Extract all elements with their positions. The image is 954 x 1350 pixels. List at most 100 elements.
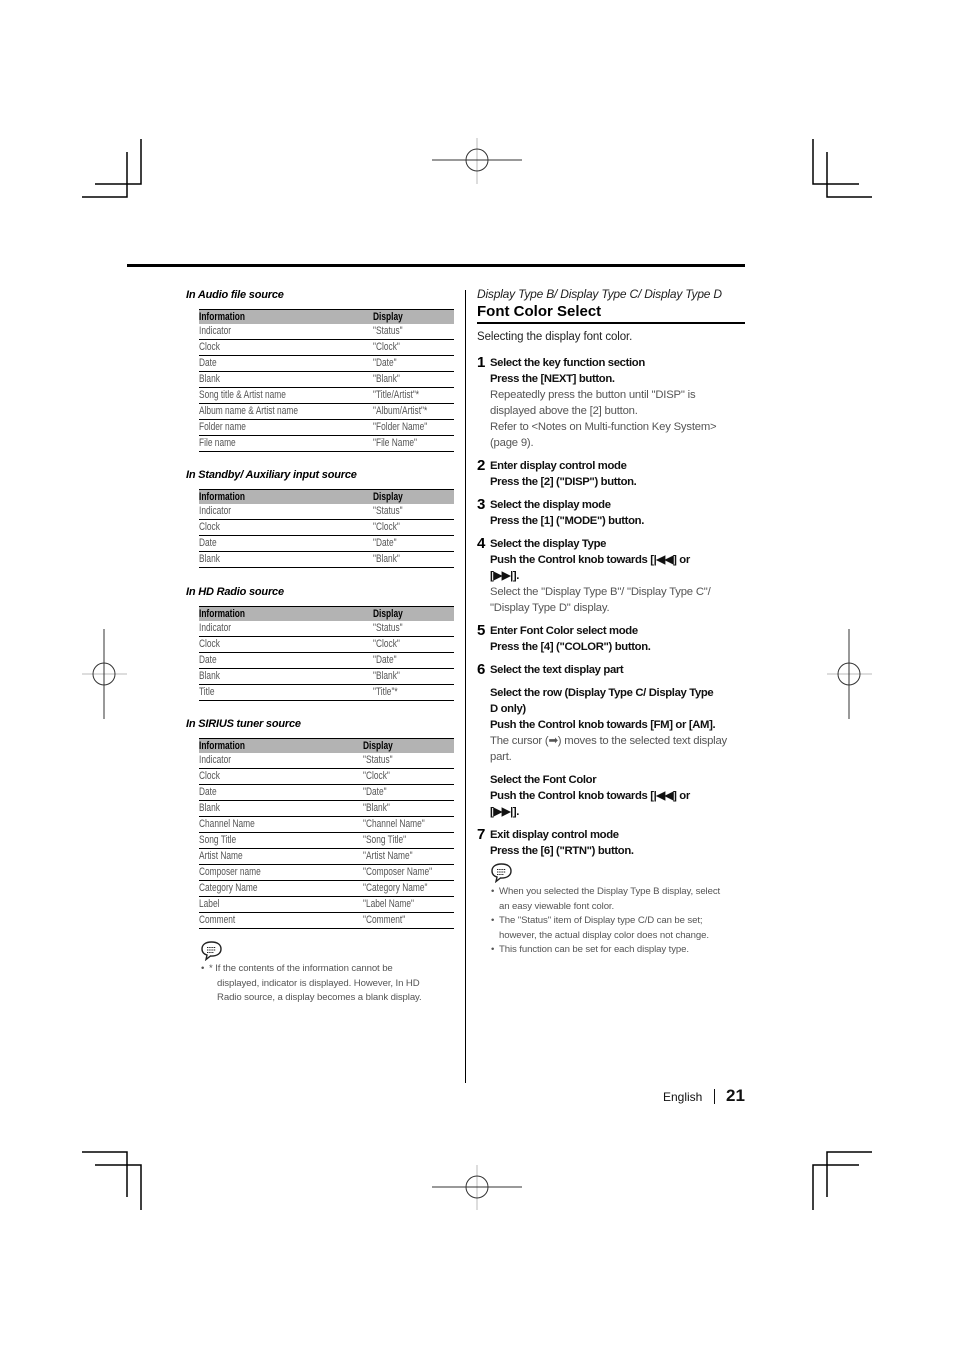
info-table: Information Display Indicator "Status" Clock…	[199, 606, 454, 701]
cell-value: Clock	[199, 770, 220, 782]
cell-text: Blank	[199, 552, 373, 567]
information-cell: Category Name	[199, 881, 363, 897]
step-block: Select the Font Color Push the Control kn…	[490, 772, 747, 820]
table-row: Artist Name "Artist Name"	[199, 849, 454, 865]
cell-value: "File Name"	[372, 437, 417, 449]
column-header-label: Information	[199, 311, 245, 323]
note-bullet-item: • When you selected the Display Type B di…	[491, 885, 741, 914]
note-text-line: displayed, indicator is displayed. Howev…	[217, 977, 420, 989]
cell-text: Channel Name	[199, 817, 363, 832]
cell-text: Indicator	[199, 504, 373, 519]
note-text-line: Radio source, a display becomes a blank …	[217, 992, 422, 1003]
step-instruction: Press the [6] ("RTN") button.	[490, 845, 634, 857]
cell-text: Artist Name	[199, 849, 363, 864]
display-cell: "Clock"	[373, 520, 454, 536]
table-row: Channel Name "Channel Name"	[199, 817, 454, 833]
step-instruction: Press the [2] ("DISP") button.	[490, 476, 637, 488]
table-row: Indicator "Status"	[199, 324, 454, 340]
footer-language: English	[663, 1090, 703, 1104]
cell-text: Album name & Artist name	[199, 404, 373, 419]
table-row: Clock "Clock"	[199, 769, 454, 785]
information-cell: Clock	[199, 637, 373, 653]
cell-text: Clock	[199, 520, 373, 535]
column-header-label: Information	[199, 740, 245, 752]
cell-text: "Folder Name"	[373, 420, 454, 435]
bullet-icon: •	[491, 886, 495, 897]
cell-text: "Date"	[363, 785, 454, 800]
step-description: The cursor (➡) moves to the selected tex…	[490, 735, 727, 747]
cell-text: "Clock"	[373, 340, 454, 355]
information-cell: Indicator	[199, 621, 373, 637]
cell-value: Blank	[199, 553, 220, 565]
step-instruction: Press the [1] ("MODE") button.	[490, 515, 644, 527]
cell-text: Date	[199, 536, 373, 551]
cell-text: "Artist Name"	[363, 849, 454, 864]
information-cell: Artist Name	[199, 849, 363, 865]
information-cell: Label	[199, 897, 363, 913]
cell-value: "Category Name"	[363, 882, 428, 894]
cell-text: "Date"	[373, 536, 454, 551]
cell-value: "Blank"	[372, 670, 400, 682]
display-cell: "Comment"	[363, 913, 454, 929]
column-header: Display	[373, 490, 454, 505]
info-section: In SIRIUS tuner source Information Display…	[186, 717, 456, 929]
step-description: Repeatedly press the button until "DISP"…	[490, 389, 696, 401]
display-cell: "Status"	[373, 504, 454, 520]
cell-text: Indicator	[199, 621, 373, 636]
cell-value: File name	[199, 437, 236, 449]
note-text-line: * If the contents of the information can…	[209, 963, 393, 974]
cell-value: Clock	[199, 638, 220, 650]
header-rule	[127, 264, 745, 267]
step-description: part.	[490, 751, 512, 763]
cell-text: "Status"	[373, 621, 454, 636]
column-header: Display	[363, 739, 454, 754]
display-cell: "Blank"	[373, 669, 454, 685]
step-instruction: Select the text display part	[490, 664, 624, 676]
cell-value: Channel Name	[199, 818, 255, 830]
step-block: Select the row (Display Type C/ Display …	[490, 685, 747, 765]
cell-text: "Status"	[363, 753, 454, 768]
bullet-icon: •	[491, 915, 495, 926]
cell-value: Clock	[199, 521, 220, 533]
step-instruction: Enter display control mode	[490, 460, 627, 472]
table-row: Album name & Artist name "Album/Artist"*	[199, 404, 454, 420]
display-cell: "Blank"	[373, 552, 454, 568]
cell-value: "Clock"	[372, 341, 400, 353]
step-item: 6 Select the text display part Select the …	[477, 661, 747, 820]
cell-value: Date	[199, 654, 217, 666]
table-row: Date "Date"	[199, 653, 454, 669]
display-cell: "Clock"	[363, 769, 454, 785]
display-cell: "Status"	[373, 621, 454, 637]
column-header: Display	[373, 607, 454, 622]
cell-value: "Comment"	[363, 914, 406, 926]
crop-mark-top-left	[82, 139, 142, 198]
cell-text: Clock	[199, 637, 373, 652]
column-header: Information	[199, 607, 373, 622]
cell-text: Comment	[199, 913, 363, 928]
table-row: Blank "Blank"	[199, 552, 454, 568]
cell-text: "Category Name"	[363, 881, 454, 896]
step-item: 7 Exit display control mode Press the [6] …	[477, 826, 747, 859]
table-row: Category Name "Category Name"	[199, 881, 454, 897]
cell-value: "Composer Name"	[363, 866, 433, 878]
info-section: In Standby/ Auxiliary input source Inform…	[186, 468, 456, 568]
information-cell: Blank	[199, 552, 373, 568]
note-bullet-item: • The "Status" item of Display type C/D c…	[491, 914, 741, 943]
table-row: Clock "Clock"	[199, 340, 454, 356]
cell-value: "Status"	[372, 505, 403, 517]
cell-text: "Clock"	[363, 769, 454, 784]
note-text-line: an easy viewable font color.	[499, 900, 615, 912]
cell-value: Comment	[199, 914, 236, 926]
display-cell: "Label Name"	[363, 897, 454, 913]
column-divider	[465, 290, 466, 1083]
table-row: Folder name "Folder Name"	[199, 420, 454, 436]
title-rule	[477, 322, 745, 324]
display-cell: "Title/Artist"*	[373, 388, 454, 404]
page-title: Font Color Select	[477, 303, 602, 320]
step-instruction: [▶▶|].	[490, 570, 520, 582]
cell-value: "Clock"	[372, 521, 400, 533]
note-text-line: The "Status" item of Display type C/D ca…	[499, 915, 703, 926]
column-header-cell: Display	[373, 607, 454, 621]
step-instruction: Push the Control knob towards [FM] or [A…	[490, 719, 716, 731]
display-cell: "Status"	[363, 753, 454, 769]
